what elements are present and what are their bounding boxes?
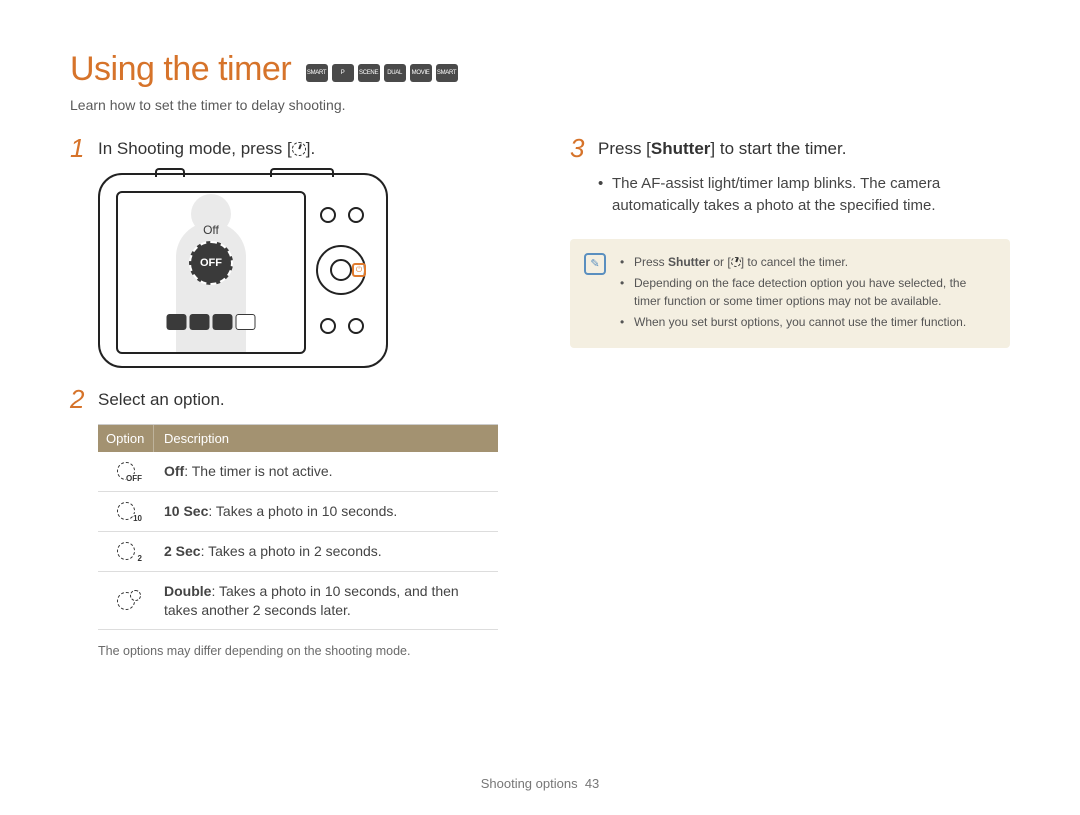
mode-icon: MOVIE (410, 64, 432, 82)
option-name: Off (164, 463, 184, 479)
step-number: 2 (70, 386, 88, 412)
note-text: or [ (710, 255, 731, 269)
timer-2s-icon: 2 (117, 542, 135, 560)
screen-label: Off (203, 223, 219, 237)
dpad-icon: ⏻ (316, 245, 366, 295)
timer-10s-icon: 10 (117, 502, 135, 520)
note-icon: ✎ (584, 253, 606, 275)
note-text: When you set burst options, you cannot u… (634, 313, 966, 331)
strip-cell-icon (213, 314, 233, 330)
option-name: Double (164, 583, 211, 599)
step-number: 1 (70, 135, 88, 161)
step-number: 3 (570, 135, 588, 161)
option-name: 10 Sec (164, 503, 208, 519)
table-row: 10 10 Sec: Takes a photo in 10 seconds. (98, 492, 498, 532)
list-item: • Press Shutter or [ ] to cancel the time… (620, 253, 994, 271)
strip-cell-icon (236, 314, 256, 330)
icon-sub: OFF (126, 474, 142, 483)
shutter-label: Shutter (668, 255, 710, 269)
option-desc: : The timer is not active. (184, 463, 332, 479)
bullet-icon: • (620, 253, 626, 271)
footer-section: Shooting options (481, 776, 578, 791)
icon-sub: 10 (133, 514, 142, 523)
table-row: 2 2 Sec: Takes a photo in 2 seconds. (98, 532, 498, 572)
th-option: Option (98, 425, 154, 452)
note-text: Depending on the face detection option y… (634, 274, 994, 310)
step-text: Press [ (598, 139, 651, 158)
table-row: Double: Takes a photo in 10 seconds, and… (98, 572, 498, 631)
camera-button-icon (320, 318, 336, 334)
timer-off-icon: OFF (117, 462, 135, 480)
timer-off-badge-icon: OFF (189, 241, 233, 285)
mode-icon: SMART (436, 64, 458, 82)
mode-icon: SMART (306, 64, 328, 82)
camera-illustration: Off OFF ⏻ (98, 173, 388, 368)
timer-icon (731, 257, 741, 267)
icon-sub: 2 (138, 554, 142, 563)
bullet-icon: • (620, 313, 626, 331)
page-footer: Shooting options 43 (0, 776, 1080, 791)
strip-cell-icon (167, 314, 187, 330)
list-item: • When you set burst options, you cannot… (620, 313, 994, 331)
list-item: • The AF-assist light/timer lamp blinks.… (598, 173, 1010, 217)
th-description: Description (154, 425, 498, 452)
step-text: ]. (306, 139, 315, 158)
note-text: Press (634, 255, 668, 269)
mode-icon: DUAL (384, 64, 406, 82)
step-text: ] to start the timer. (710, 139, 846, 158)
note-text: ] to cancel the timer. (741, 255, 848, 269)
option-desc: : Takes a photo in 10 seconds. (208, 503, 397, 519)
step-3-text: Press [Shutter] to start the timer. (598, 135, 846, 161)
step-text: In Shooting mode, press [ (98, 139, 292, 158)
bullet-icon: • (620, 274, 626, 310)
mode-icon: P (332, 64, 354, 82)
option-desc: : Takes a photo in 2 seconds. (201, 543, 382, 559)
option-name: 2 Sec (164, 543, 201, 559)
camera-button-icon (320, 207, 336, 223)
strip-cell-icon (190, 314, 210, 330)
camera-screen: Off OFF (116, 191, 306, 354)
step-1-text: In Shooting mode, press []. (98, 135, 315, 161)
note-box: ✎ • Press Shutter or [ ] to cancel the ti… (570, 239, 1010, 348)
list-item: • Depending on the face detection option… (620, 274, 994, 310)
dpad-right-highlight-icon: ⏻ (352, 263, 366, 277)
step-3-bullets: • The AF-assist light/timer lamp blinks.… (598, 173, 1010, 217)
table-header: Option Description (98, 425, 498, 452)
camera-button-icon (348, 318, 364, 334)
footer-page: 43 (585, 776, 599, 791)
options-table: Option Description OFF Off: The timer is… (98, 424, 498, 630)
timer-icon (292, 142, 306, 156)
bullet-icon: • (598, 173, 604, 217)
table-row: OFF Off: The timer is not active. (98, 452, 498, 492)
camera-button-icon (348, 207, 364, 223)
step-2-text: Select an option. (98, 386, 225, 412)
page-title: Using the timer (70, 50, 291, 89)
table-footnote: The options may differ depending on the … (98, 644, 510, 658)
page-subtitle: Learn how to set the timer to delay shoo… (70, 97, 1010, 113)
option-strip (167, 314, 256, 330)
timer-double-icon (117, 592, 135, 610)
bullet-text: The AF-assist light/timer lamp blinks. T… (612, 173, 1010, 217)
mode-icon-strip: SMART P SCENE DUAL MOVIE SMART (306, 64, 458, 82)
shutter-label: Shutter (651, 139, 711, 158)
mode-icon: SCENE (358, 64, 380, 82)
